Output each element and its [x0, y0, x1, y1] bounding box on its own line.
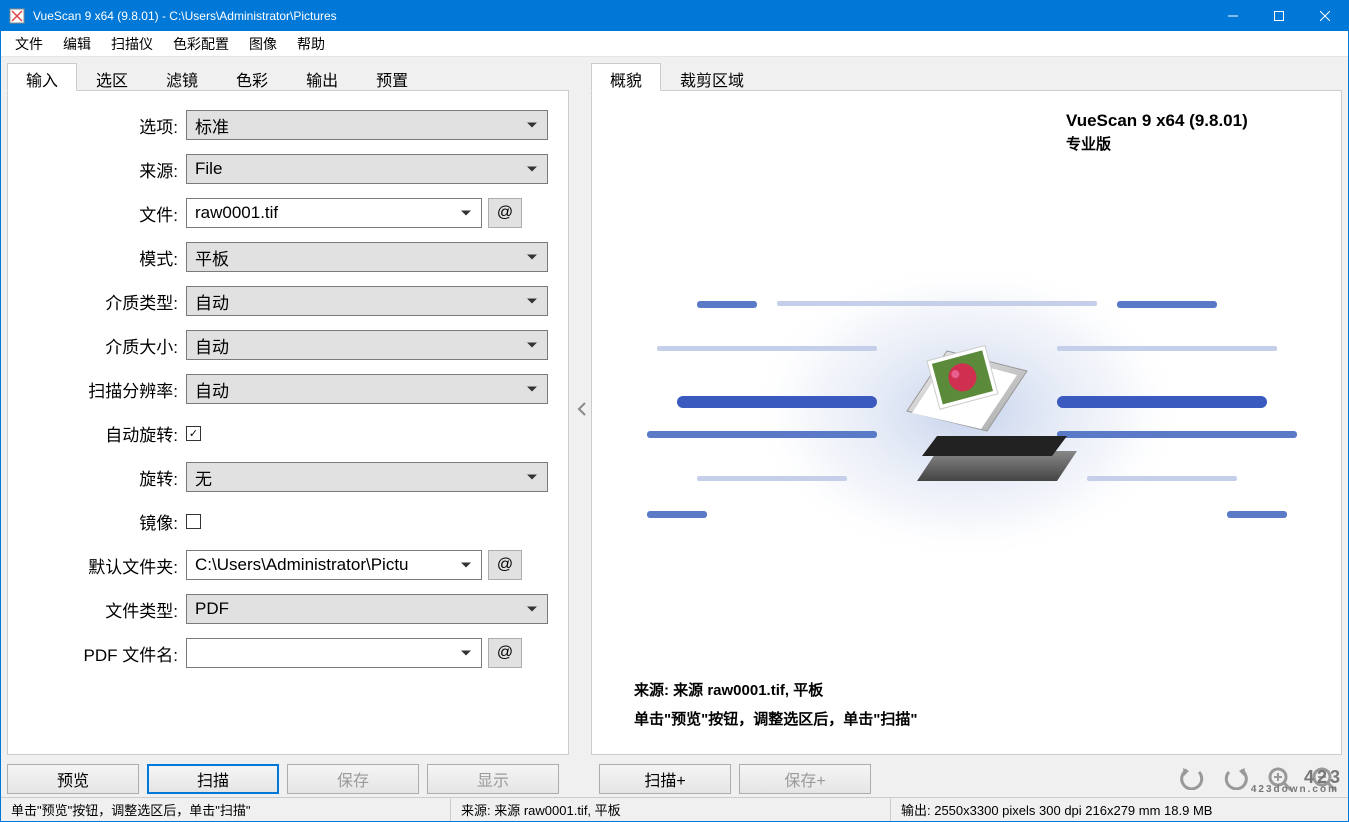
tab-overview[interactable]: 概貌 [591, 63, 661, 91]
menubar: 文件 编辑 扫描仪 色彩配置 图像 帮助 [1, 31, 1348, 57]
content-area: 输入 选区 滤镜 色彩 输出 预置 选项: 标准 来源: File 文件: ra… [1, 57, 1348, 761]
menu-edit[interactable]: 编辑 [53, 32, 101, 56]
media-size-label: 介质大小: [18, 333, 186, 358]
tab-output[interactable]: 输出 [287, 63, 357, 91]
save-button[interactable]: 保存 [287, 764, 419, 794]
media-type-label: 介质类型: [18, 289, 186, 314]
resolution-combo[interactable]: 自动 [186, 374, 548, 404]
zoom-in-icon [1267, 766, 1293, 792]
left-tabs: 输入 选区 滤镜 色彩 输出 预置 [7, 63, 569, 91]
zoom-out-button[interactable] [1306, 764, 1342, 794]
menu-scanner[interactable]: 扫描仪 [101, 32, 163, 56]
save-plus-button[interactable]: 保存+ [739, 764, 871, 794]
file-label: 文件: [18, 201, 186, 226]
scan-plus-button[interactable]: 扫描+ [599, 764, 731, 794]
menu-color-config[interactable]: 色彩配置 [163, 32, 239, 56]
preview-graphic [616, 168, 1317, 653]
media-size-combo[interactable]: 自动 [186, 330, 548, 360]
zoom-out-icon [1311, 766, 1337, 792]
undo-button[interactable] [1174, 764, 1210, 794]
show-button[interactable]: 显示 [427, 764, 559, 794]
media-type-combo[interactable]: 自动 [186, 286, 548, 316]
pdf-name-combo[interactable] [186, 638, 482, 668]
preview-button[interactable]: 预览 [7, 764, 139, 794]
tab-color[interactable]: 色彩 [217, 63, 287, 91]
close-button[interactable] [1302, 1, 1348, 31]
menu-file[interactable]: 文件 [5, 32, 53, 56]
app-window: VueScan 9 x64 (9.8.01) - C:\Users\Admini… [0, 0, 1349, 822]
resolution-label: 扫描分辨率: [18, 377, 186, 402]
menu-image[interactable]: 图像 [239, 32, 287, 56]
status-output: 输出: 2550x3300 pixels 300 dpi 216x279 mm … [891, 798, 1348, 821]
titlebar: VueScan 9 x64 (9.8.01) - C:\Users\Admini… [1, 1, 1348, 31]
file-type-combo[interactable]: PDF [186, 594, 548, 624]
file-browse-button[interactable]: @ [488, 198, 522, 228]
collapse-left-button[interactable] [573, 63, 591, 755]
status-source: 来源: 来源 raw0001.tif, 平板 [451, 798, 891, 821]
app-icon [9, 8, 25, 24]
default-folder-browse-button[interactable]: @ [488, 550, 522, 580]
scanner-illustration-icon [627, 251, 1307, 571]
mode-combo[interactable]: 平板 [186, 242, 548, 272]
tab-selection[interactable]: 选区 [77, 63, 147, 91]
mirror-checkbox[interactable] [186, 514, 201, 529]
zoom-in-button[interactable] [1262, 764, 1298, 794]
mode-label: 模式: [18, 245, 186, 270]
options-label: 选项: [18, 113, 186, 138]
default-folder-label: 默认文件夹: [18, 553, 186, 578]
right-tabs: 概貌 裁剪区域 [591, 63, 1342, 91]
menu-help[interactable]: 帮助 [287, 32, 335, 56]
redo-icon [1223, 768, 1249, 790]
tab-input[interactable]: 输入 [7, 63, 77, 91]
options-combo[interactable]: 标准 [186, 110, 548, 140]
left-panel: 输入 选区 滤镜 色彩 输出 预置 选项: 标准 来源: File 文件: ra… [7, 63, 569, 755]
preview-title: VueScan 9 x64 (9.8.01) [1066, 111, 1317, 131]
input-form: 选项: 标准 来源: File 文件: raw0001.tif @ 模式: 平板… [8, 91, 568, 699]
auto-rotate-label: 自动旋转: [18, 421, 186, 446]
bottom-toolbar: 预览 扫描 保存 显示 扫描+ 保存+ [1, 761, 1348, 797]
preview-info-source: 来源: 来源 raw0001.tif, 平板 [634, 677, 1317, 706]
pdf-name-browse-button[interactable]: @ [488, 638, 522, 668]
mirror-label: 镜像: [18, 509, 186, 534]
scan-button[interactable]: 扫描 [147, 764, 279, 794]
right-area: 概貌 裁剪区域 VueScan 9 x64 (9.8.01) 专业版 [573, 63, 1342, 755]
preview-info: 来源: 来源 raw0001.tif, 平板 单击"预览"按钮，调整选区后，单击… [634, 677, 1317, 734]
preview-subtitle: 专业版 [1066, 133, 1317, 154]
status-hint: 单击"预览"按钮，调整选区后，单击"扫描" [1, 798, 451, 821]
preview-info-hint: 单击"预览"按钮，调整选区后，单击"扫描" [634, 706, 1317, 735]
right-panel: 概貌 裁剪区域 VueScan 9 x64 (9.8.01) 专业版 [591, 63, 1342, 755]
redo-button[interactable] [1218, 764, 1254, 794]
source-combo[interactable]: File [186, 154, 548, 184]
undo-icon [1179, 768, 1205, 790]
source-label: 来源: [18, 157, 186, 182]
chevron-left-icon [577, 402, 587, 416]
titlebar-title: VueScan 9 x64 (9.8.01) - C:\Users\Admini… [33, 9, 1210, 23]
right-tab-body: VueScan 9 x64 (9.8.01) 专业版 [591, 90, 1342, 755]
tab-preset[interactable]: 预置 [357, 63, 427, 91]
tab-crop[interactable]: 裁剪区域 [661, 63, 763, 91]
left-tab-body: 选项: 标准 来源: File 文件: raw0001.tif @ 模式: 平板… [7, 90, 569, 755]
auto-rotate-checkbox[interactable]: ✓ [186, 426, 201, 441]
preview-area: VueScan 9 x64 (9.8.01) 专业版 [592, 91, 1341, 754]
rotate-combo[interactable]: 无 [186, 462, 548, 492]
file-type-label: 文件类型: [18, 597, 186, 622]
pdf-name-label: PDF 文件名: [18, 641, 186, 666]
default-folder-combo[interactable]: C:\Users\Administrator\Pictu [186, 550, 482, 580]
maximize-button[interactable] [1256, 1, 1302, 31]
rotate-label: 旋转: [18, 465, 186, 490]
tab-filter[interactable]: 滤镜 [147, 63, 217, 91]
file-combo[interactable]: raw0001.tif [186, 198, 482, 228]
statusbar: 单击"预览"按钮，调整选区后，单击"扫描" 来源: 来源 raw0001.tif… [1, 797, 1348, 821]
minimize-button[interactable] [1210, 1, 1256, 31]
